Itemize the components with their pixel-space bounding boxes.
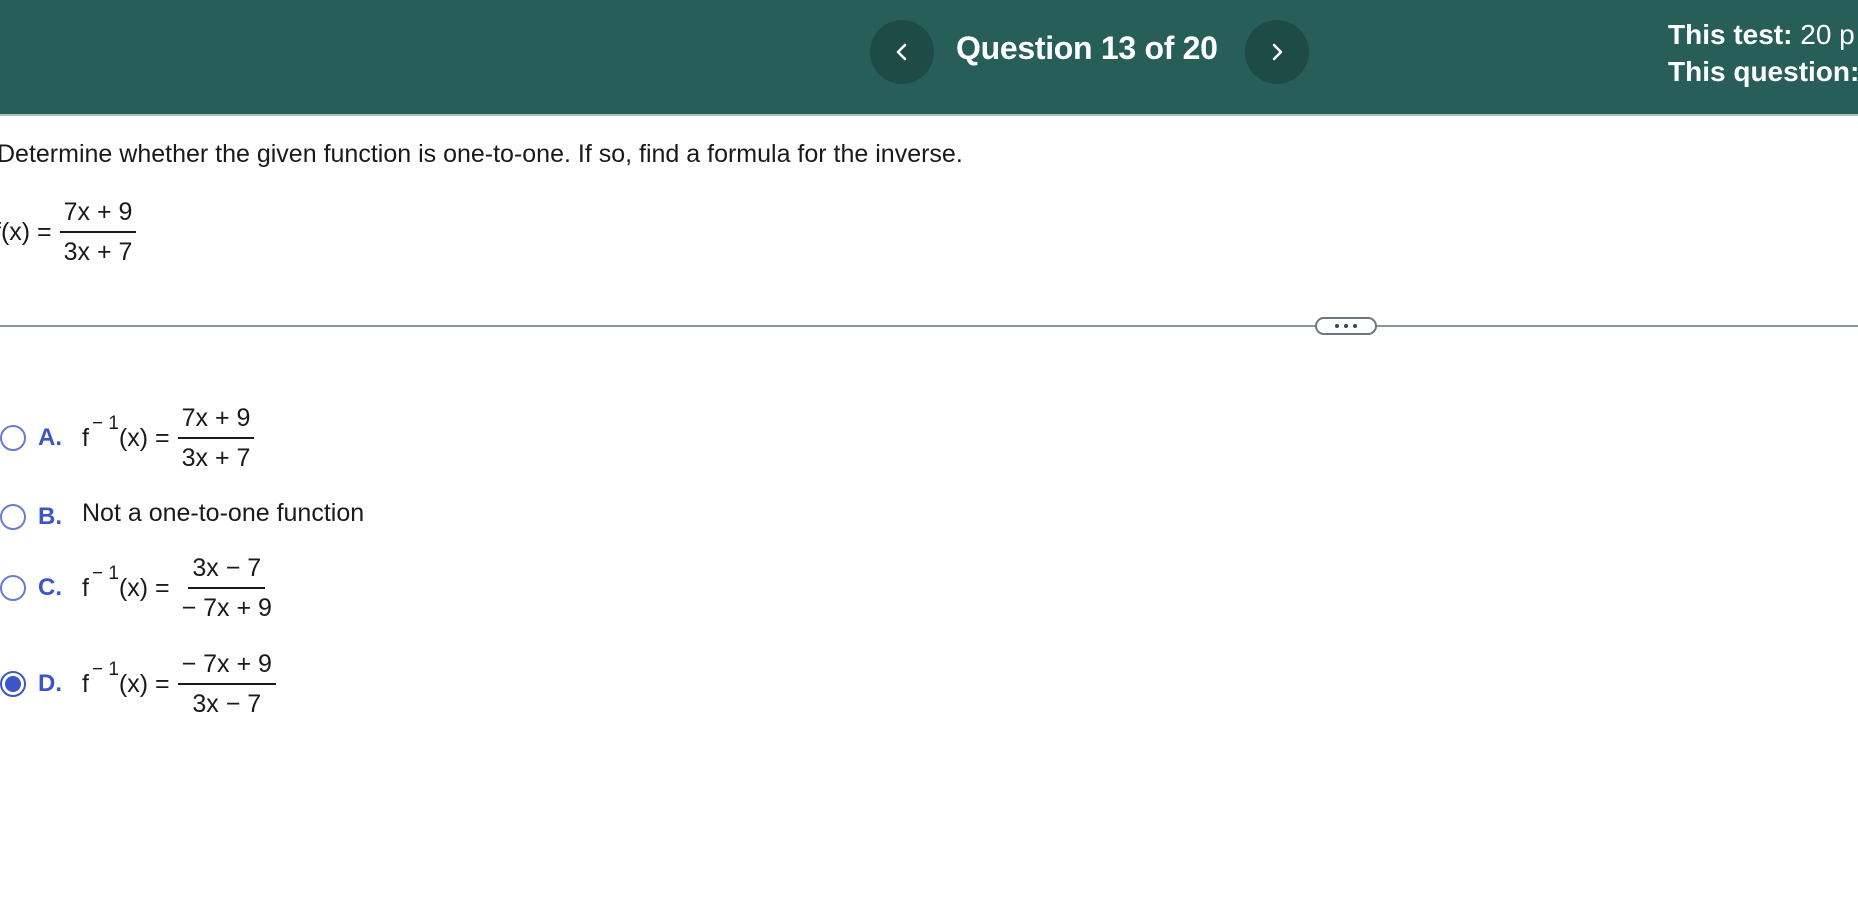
option-d-radio[interactable] (0, 671, 26, 697)
selected-dot-icon (5, 676, 21, 692)
option-c-f: f (82, 573, 89, 602)
test-score-value: 20 p (1800, 19, 1855, 50)
function-lhs: f(x) = (0, 217, 52, 246)
question-counter: Question 13 of 20 (956, 30, 1218, 66)
question-score: This question: (1668, 53, 1858, 90)
answer-option-c[interactable]: C. f − 1 (x) = 3x − 7 − 7x + 9 (0, 554, 276, 622)
function-numerator: 7x + 9 (59, 198, 137, 233)
chevron-right-icon (1272, 43, 1283, 61)
option-d-lhs: (x) = (118, 669, 170, 698)
option-a-fraction: 7x + 9 3x + 7 (177, 404, 255, 472)
option-b-radio[interactable] (0, 504, 26, 530)
function-denominator: 3x + 7 (63, 238, 133, 266)
question-prompt: Determine whether the given function is … (0, 140, 963, 168)
answer-option-d[interactable]: D. f − 1 (x) = − 7x + 9 3x − 7 (0, 650, 276, 718)
option-a-lhs: (x) = (118, 423, 170, 452)
option-c-fraction: 3x − 7 − 7x + 9 (178, 554, 276, 622)
option-d-formula: f − 1 (x) = − 7x + 9 3x − 7 (82, 650, 276, 718)
test-score: This test: 20 p (1668, 16, 1858, 53)
option-c-denominator: − 7x + 9 (181, 594, 272, 622)
test-score-label: This test: (1668, 19, 1793, 50)
option-c-numerator: 3x − 7 (188, 554, 266, 589)
option-c-lhs: (x) = (118, 573, 170, 602)
option-d-letter: D. (38, 670, 62, 697)
option-a-sup: − 1 (91, 413, 119, 434)
option-a-numerator: 7x + 9 (177, 404, 255, 439)
option-d-sup: − 1 (91, 659, 119, 680)
score-summary: This test: 20 p This question: (1668, 16, 1858, 90)
option-a-formula: f − 1 (x) = 7x + 9 3x + 7 (82, 404, 255, 472)
option-c-formula: f − 1 (x) = 3x − 7 − 7x + 9 (82, 554, 276, 622)
option-a-radio[interactable] (0, 425, 26, 451)
answer-option-b[interactable]: B. Not a one-to-one function (0, 499, 364, 531)
given-function: f(x) = 7x + 9 3x + 7 (0, 198, 137, 266)
option-b-letter: B. (38, 503, 62, 530)
question-header: Question 13 of 20 This test: 20 p This q… (0, 0, 1858, 116)
dot-icon (1353, 324, 1357, 328)
option-c-radio[interactable] (0, 575, 26, 601)
section-divider (0, 325, 1858, 327)
option-a-letter: A. (38, 424, 62, 451)
dot-icon (1335, 324, 1339, 328)
chevron-left-icon (896, 43, 907, 61)
answer-option-a[interactable]: A. f − 1 (x) = 7x + 9 3x + 7 (0, 404, 255, 472)
option-a-f: f (82, 423, 89, 452)
option-b-text: Not a one-to-one function (82, 498, 365, 527)
question-score-label: This question: (1668, 56, 1858, 87)
option-d-numerator: − 7x + 9 (177, 650, 276, 685)
option-a-denominator: 3x + 7 (181, 444, 251, 472)
previous-question-button[interactable] (870, 20, 934, 84)
next-question-button[interactable] (1245, 20, 1309, 84)
option-c-letter: C. (38, 574, 62, 601)
option-d-f: f (82, 669, 89, 698)
option-d-fraction: − 7x + 9 3x − 7 (177, 650, 276, 718)
function-fraction: 7x + 9 3x + 7 (59, 198, 137, 266)
more-options-button[interactable] (1315, 317, 1377, 335)
option-c-sup: − 1 (91, 563, 119, 584)
dot-icon (1344, 324, 1348, 328)
option-d-denominator: 3x − 7 (192, 690, 262, 718)
